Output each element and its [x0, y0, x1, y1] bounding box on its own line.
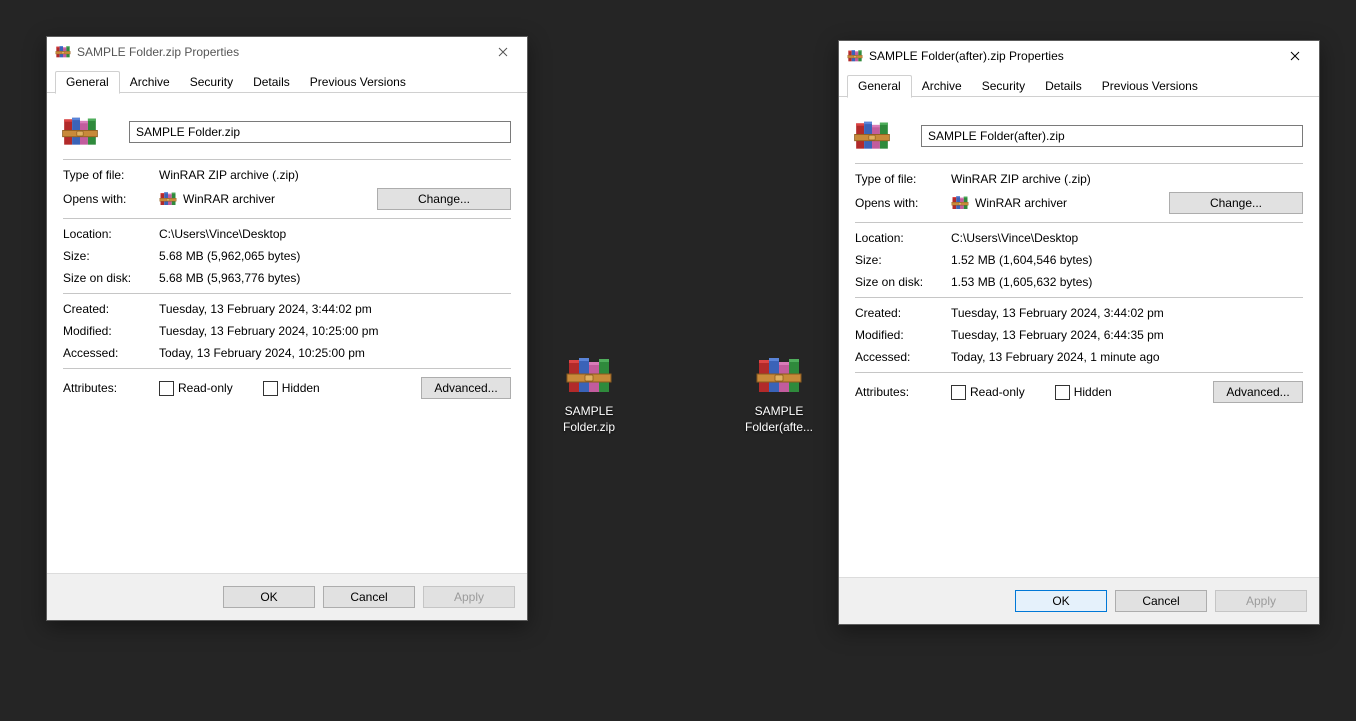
tab-details[interactable]: Details	[1035, 76, 1092, 97]
dialog-footer: OK Cancel Apply	[839, 577, 1319, 624]
desktop-file-label: SAMPLE Folder(afte...	[740, 404, 818, 435]
ok-button[interactable]: OK	[1015, 590, 1107, 612]
winrar-icon	[853, 117, 891, 155]
tab-details[interactable]: Details	[243, 72, 300, 93]
window-title: SAMPLE Folder.zip Properties	[77, 45, 480, 59]
label-type: Type of file:	[63, 168, 159, 182]
close-button[interactable]	[1272, 42, 1317, 70]
cancel-button[interactable]: Cancel	[323, 586, 415, 608]
tab-strip: General Archive Security Details Previou…	[47, 67, 527, 93]
winrar-icon	[847, 48, 863, 64]
hidden-label: Hidden	[1074, 385, 1112, 399]
label-size-on-disk: Size on disk:	[63, 271, 159, 285]
label-modified: Modified:	[855, 328, 951, 342]
advanced-button[interactable]: Advanced...	[421, 377, 511, 399]
value-size: 1.52 MB (1,604,546 bytes)	[951, 253, 1303, 267]
value-size-on-disk: 5.68 MB (5,963,776 bytes)	[159, 271, 511, 285]
hidden-checkbox[interactable]	[1055, 385, 1070, 400]
desktop-file-label: SAMPLE Folder.zip	[550, 404, 628, 435]
filename-input[interactable]	[921, 125, 1303, 147]
tab-general[interactable]: General	[847, 75, 912, 98]
label-size-on-disk: Size on disk:	[855, 275, 951, 289]
label-type: Type of file:	[855, 172, 951, 186]
label-opens-with: Opens with:	[855, 196, 951, 210]
label-created: Created:	[855, 306, 951, 320]
apply-button[interactable]: Apply	[1215, 590, 1307, 612]
readonly-label: Read-only	[970, 385, 1025, 399]
label-modified: Modified:	[63, 324, 159, 338]
tab-security[interactable]: Security	[972, 76, 1035, 97]
tab-strip: General Archive Security Details Previou…	[839, 71, 1319, 97]
titlebar[interactable]: SAMPLE Folder.zip Properties	[47, 37, 527, 67]
tab-security[interactable]: Security	[180, 72, 243, 93]
advanced-button[interactable]: Advanced...	[1213, 381, 1303, 403]
cancel-button[interactable]: Cancel	[1115, 590, 1207, 612]
apply-button[interactable]: Apply	[423, 586, 515, 608]
change-button[interactable]: Change...	[1169, 192, 1303, 214]
ok-button[interactable]: OK	[223, 586, 315, 608]
value-opens-with: WinRAR archiver	[183, 192, 275, 206]
label-location: Location:	[63, 227, 159, 241]
value-size-on-disk: 1.53 MB (1,605,632 bytes)	[951, 275, 1303, 289]
label-size: Size:	[63, 249, 159, 263]
value-modified: Tuesday, 13 February 2024, 6:44:35 pm	[951, 328, 1303, 342]
label-accessed: Accessed:	[855, 350, 951, 364]
label-accessed: Accessed:	[63, 346, 159, 360]
value-accessed: Today, 13 February 2024, 10:25:00 pm	[159, 346, 511, 360]
change-button[interactable]: Change...	[377, 188, 511, 210]
winrar-icon	[159, 190, 177, 208]
value-opens-with: WinRAR archiver	[975, 196, 1067, 210]
window-title: SAMPLE Folder(after).zip Properties	[869, 49, 1272, 63]
winrar-icon	[951, 194, 969, 212]
value-accessed: Today, 13 February 2024, 1 minute ago	[951, 350, 1303, 364]
close-button[interactable]	[480, 38, 525, 66]
hidden-checkbox[interactable]	[263, 381, 278, 396]
filename-input[interactable]	[129, 121, 511, 143]
tab-archive[interactable]: Archive	[120, 72, 180, 93]
label-size: Size:	[855, 253, 951, 267]
label-location: Location:	[855, 231, 951, 245]
properties-dialog-2: SAMPLE Folder(after).zip Properties Gene…	[838, 40, 1320, 625]
value-location: C:\Users\Vince\Desktop	[159, 227, 511, 241]
label-opens-with: Opens with:	[63, 192, 159, 206]
desktop-file-icon-2[interactable]: SAMPLE Folder(afte...	[740, 352, 818, 435]
label-attributes: Attributes:	[63, 381, 159, 395]
desktop-file-icon-1[interactable]: SAMPLE Folder.zip	[550, 352, 628, 435]
value-created: Tuesday, 13 February 2024, 3:44:02 pm	[951, 306, 1303, 320]
value-type: WinRAR ZIP archive (.zip)	[159, 168, 511, 182]
value-type: WinRAR ZIP archive (.zip)	[951, 172, 1303, 186]
dialog-footer: OK Cancel Apply	[47, 573, 527, 620]
hidden-label: Hidden	[282, 381, 320, 395]
tab-general[interactable]: General	[55, 71, 120, 94]
value-created: Tuesday, 13 February 2024, 3:44:02 pm	[159, 302, 511, 316]
readonly-label: Read-only	[178, 381, 233, 395]
winrar-icon	[55, 44, 71, 60]
value-modified: Tuesday, 13 February 2024, 10:25:00 pm	[159, 324, 511, 338]
titlebar[interactable]: SAMPLE Folder(after).zip Properties	[839, 41, 1319, 71]
value-location: C:\Users\Vince\Desktop	[951, 231, 1303, 245]
label-created: Created:	[63, 302, 159, 316]
label-attributes: Attributes:	[855, 385, 951, 399]
winrar-icon	[61, 113, 99, 151]
readonly-checkbox[interactable]	[159, 381, 174, 396]
tab-archive[interactable]: Archive	[912, 76, 972, 97]
properties-dialog-1: SAMPLE Folder.zip Properties General Arc…	[46, 36, 528, 621]
readonly-checkbox[interactable]	[951, 385, 966, 400]
value-size: 5.68 MB (5,962,065 bytes)	[159, 249, 511, 263]
tab-previous-versions[interactable]: Previous Versions	[300, 72, 416, 93]
tab-previous-versions[interactable]: Previous Versions	[1092, 76, 1208, 97]
